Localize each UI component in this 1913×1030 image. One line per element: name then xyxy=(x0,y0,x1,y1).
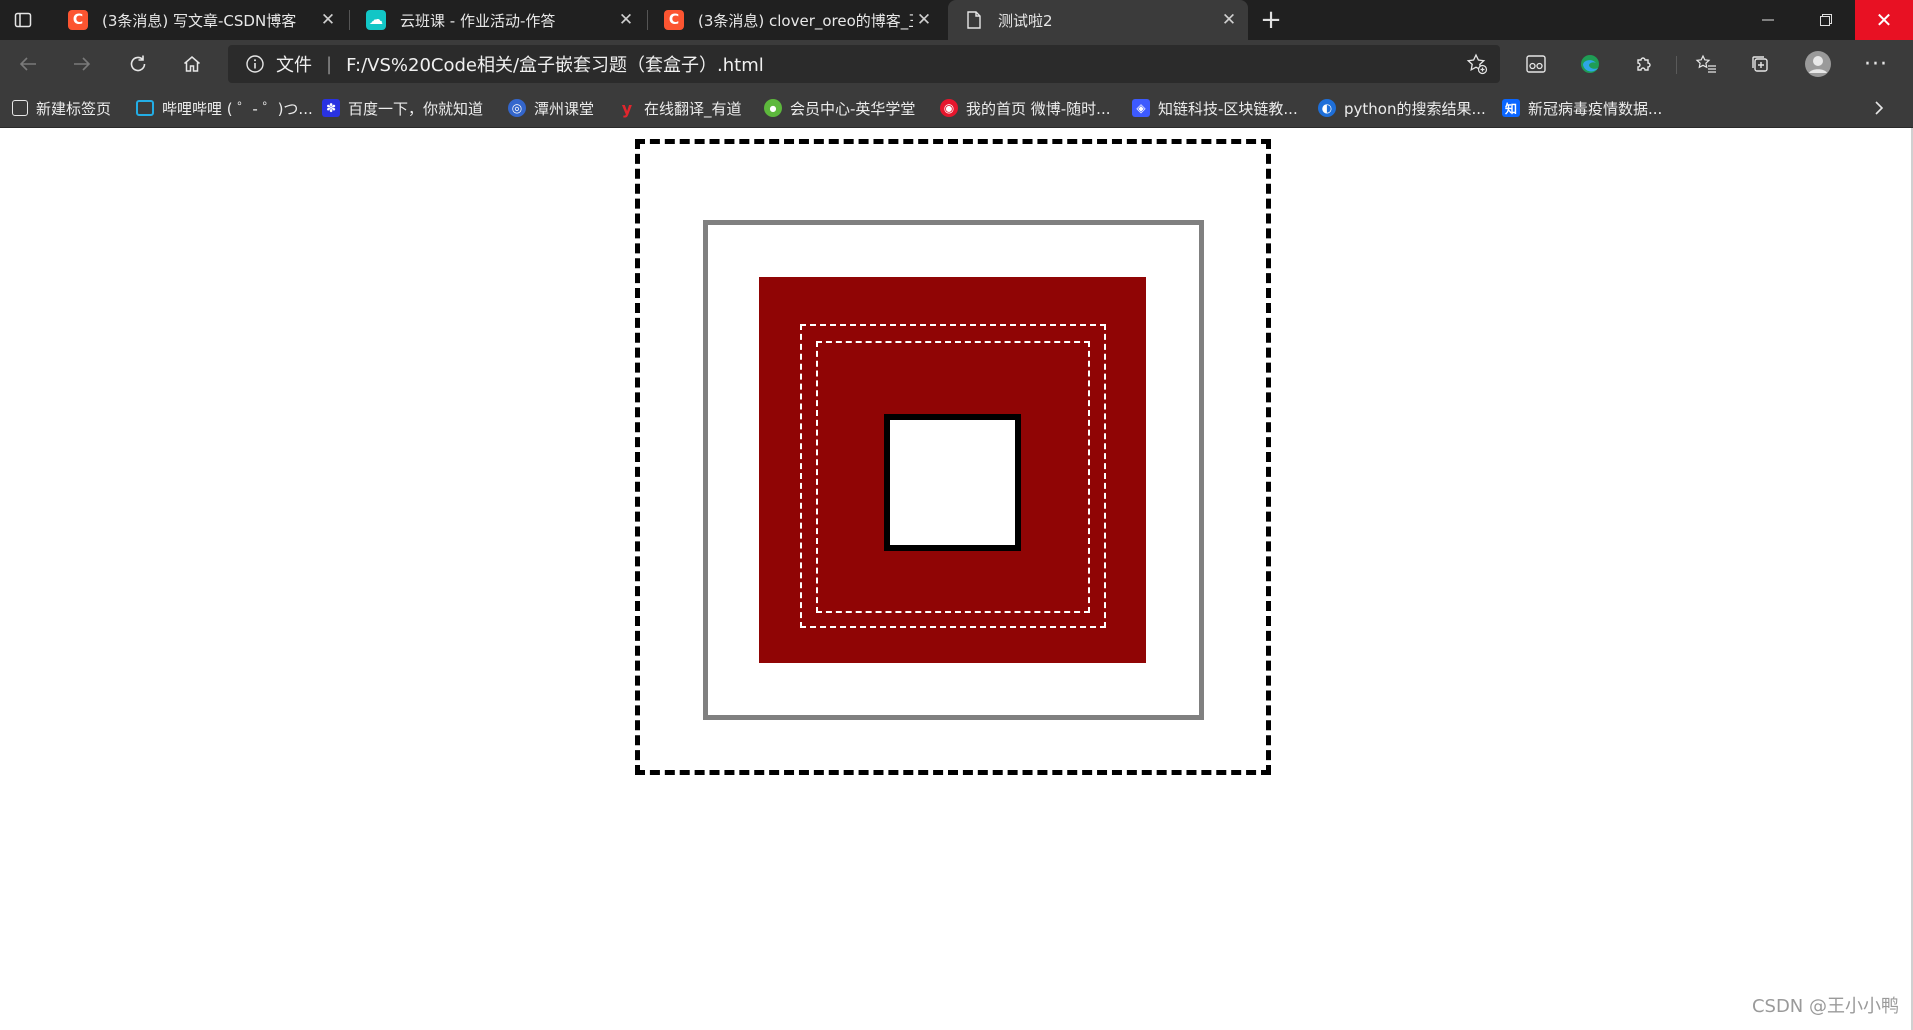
tab-csdn-blog[interactable]: C (3条消息) clover_oreo的博客_王小 ✕ xyxy=(648,0,943,40)
avatar-icon xyxy=(1805,51,1831,77)
inner-black-bordered-box xyxy=(884,414,1021,551)
bookmark-python-search[interactable]: ◐ python的搜索结果... xyxy=(1318,96,1486,120)
back-arrow-icon xyxy=(19,57,36,71)
weibo-icon: ◉ xyxy=(940,99,958,117)
more-options-icon: ··· xyxy=(1864,51,1888,77)
zhihu-icon: 知 xyxy=(1502,99,1520,117)
forward-button[interactable] xyxy=(62,44,102,84)
bookmark-label: 哔哩哔哩 ( ゜- ゜)つ... xyxy=(162,99,313,118)
cloud-class-icon: ☁ xyxy=(366,10,386,30)
chevron-right-icon xyxy=(1875,101,1884,115)
minimize-icon xyxy=(1762,19,1774,21)
bookmark-yinghua[interactable]: ● 会员中心-英华学堂 xyxy=(764,96,915,120)
tab-test-page[interactable]: 测试啦2 ✕ xyxy=(948,0,1248,40)
home-button[interactable] xyxy=(172,44,212,84)
close-window-button[interactable]: ✕ xyxy=(1855,0,1913,40)
close-tab-icon[interactable]: ✕ xyxy=(615,10,637,30)
more-bookmarks-button[interactable] xyxy=(1867,96,1891,120)
bookmark-covid-data[interactable]: 知 新冠病毒疫情数据... xyxy=(1502,96,1662,120)
address-bar[interactable]: 文件 | F:/VS%20Code相关/盒子嵌套习题（套盒子）.html xyxy=(228,45,1500,83)
bookmark-label: 知链科技-区块链教... xyxy=(1158,99,1298,118)
baidu-icon: ✽ xyxy=(322,99,340,117)
close-tab-icon[interactable]: ✕ xyxy=(913,10,935,30)
extensions-button[interactable] xyxy=(1624,44,1664,84)
puzzle-icon xyxy=(1637,57,1651,71)
settings-menu-button[interactable]: ··· xyxy=(1856,44,1896,84)
bookmark-label: 百度一下，你就知道 xyxy=(348,99,484,118)
collections-button[interactable] xyxy=(1740,44,1780,84)
refresh-icon xyxy=(130,55,146,72)
tab-csdn-write[interactable]: C (3条消息) 写文章-CSDN博客 ✕ xyxy=(52,0,347,40)
tab-title: (3条消息) 写文章-CSDN博客 xyxy=(102,11,297,30)
url-text[interactable]: F:/VS%20Code相关/盒子嵌套习题（套盒子）.html xyxy=(346,51,764,77)
home-icon xyxy=(184,56,200,72)
bookmark-label: 新建标签页 xyxy=(36,99,112,118)
restore-button[interactable] xyxy=(1797,0,1855,40)
edge-icon xyxy=(1581,55,1599,73)
close-icon: ✕ xyxy=(1875,8,1893,32)
bookmark-new-tab[interactable]: 新建标签页 xyxy=(12,96,111,120)
edge-extension-button[interactable] xyxy=(1570,44,1610,84)
bookmark-youdao[interactable]: y 在线翻译_有道 xyxy=(618,96,742,120)
csdn-watermark: CSDN @王小小鸭 xyxy=(1751,996,1899,1017)
address-divider: | xyxy=(326,53,333,75)
youdao-icon: y xyxy=(621,98,633,118)
page-viewport: CSDN @王小小鸭 xyxy=(0,128,1913,1030)
refresh-button[interactable] xyxy=(118,44,158,84)
close-tab-icon[interactable]: ✕ xyxy=(317,10,339,30)
bookmark-label: 在线翻译_有道 xyxy=(644,99,742,118)
csdn-icon: C xyxy=(68,10,88,30)
bookmark-baidu[interactable]: ✽ 百度一下，你就知道 xyxy=(322,96,483,120)
favorites-button[interactable] xyxy=(1686,44,1726,84)
bookmark-label: python的搜索结果... xyxy=(1344,99,1486,118)
bookmark-weibo[interactable]: ◉ 我的首页 微博-随时... xyxy=(940,96,1111,120)
collections-icon xyxy=(1752,56,1768,72)
bilibili-icon xyxy=(136,100,154,116)
bookmarks-bar: 新建标签页 哔哩哔哩 ( ゜- ゜)つ... ✽ 百度一下，你就知道 ◎ 潭州课… xyxy=(0,88,1913,128)
minimize-button[interactable] xyxy=(1739,0,1797,40)
plus-icon: + xyxy=(1260,5,1282,35)
favorites-list-icon xyxy=(1695,54,1716,73)
site-scheme-label: 文件 xyxy=(276,55,312,76)
search-result-icon: ◐ xyxy=(1318,99,1336,117)
csdn-icon: C xyxy=(664,10,684,30)
tab-title: 测试啦2 xyxy=(998,11,1053,30)
bookmark-label: 会员中心-英华学堂 xyxy=(790,99,916,118)
restore-icon xyxy=(1820,14,1832,26)
bookmark-zhilian[interactable]: ◈ 知链科技-区块链教... xyxy=(1132,96,1298,120)
tab-title: 云班课 - 作业活动-作答 xyxy=(400,11,556,30)
add-favorite-icon[interactable] xyxy=(1466,53,1488,75)
tab-actions-button[interactable] xyxy=(0,0,46,40)
toolbar: 文件 | F:/VS%20Code相关/盒子嵌套习题（套盒子）.html ··· xyxy=(0,40,1913,88)
page-icon xyxy=(964,10,984,30)
profile-button[interactable] xyxy=(1798,44,1838,84)
bookmark-bilibili[interactable]: 哔哩哔哩 ( ゜- ゜)つ... xyxy=(136,96,313,120)
bookmark-tanzhou[interactable]: ◎ 潭州课堂 xyxy=(508,96,594,120)
close-tab-icon[interactable]: ✕ xyxy=(1218,10,1240,30)
tanzhou-icon: ◎ xyxy=(508,99,526,117)
reader-mode-icon xyxy=(1526,55,1546,73)
tab-cloud-class[interactable]: ☁ 云班课 - 作业活动-作答 ✕ xyxy=(350,0,645,40)
new-tab-button[interactable]: + xyxy=(1254,0,1288,40)
forward-arrow-icon xyxy=(74,57,91,71)
tab-actions-icon xyxy=(14,12,32,28)
back-button[interactable] xyxy=(8,44,48,84)
zhilian-icon: ◈ xyxy=(1132,99,1150,117)
yinghua-icon: ● xyxy=(764,99,782,117)
tab-title: (3条消息) clover_oreo的博客_王小 xyxy=(698,11,913,30)
bookmark-label: 新冠病毒疫情数据... xyxy=(1528,99,1663,118)
bookmark-label: 我的首页 微博-随时... xyxy=(966,99,1111,118)
immersive-reader-button[interactable] xyxy=(1516,44,1556,84)
bookmark-label: 潭州课堂 xyxy=(534,99,595,118)
tab-strip: C (3条消息) 写文章-CSDN博客 ✕ ☁ 云班课 - 作业活动-作答 ✕ … xyxy=(0,0,1913,40)
info-icon[interactable] xyxy=(244,53,266,75)
new-tab-page-icon xyxy=(12,100,28,116)
